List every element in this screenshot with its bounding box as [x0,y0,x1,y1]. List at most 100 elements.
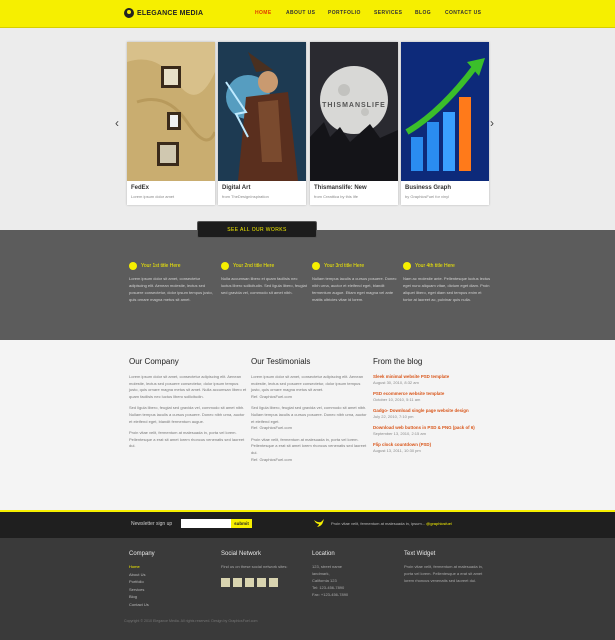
logo[interactable]: ELEGANCE MEDIA [124,8,203,18]
fax-line: Fax: +123-456-7890 [312,592,349,597]
address-line: landmark, [312,571,330,576]
blog-post-date: September 13, 2010, 2:15 am [373,431,426,436]
section-heading: Our Testimonials [251,357,311,366]
testimonial-author: Ref. GraphicsFuel.com [251,393,292,399]
testimonial: Sed ligula libero, feugiat sed gravida v… [251,405,369,431]
feature-title[interactable]: Your 2nd title Here [233,263,274,269]
feature-2: Your 2nd title Here Nulla accumsan liber… [221,262,309,296]
footer-heading: Company [129,551,155,557]
footer-link-blog[interactable]: Blog [129,593,155,601]
blog-column: From the blog Sleek minimal website PSD … [373,357,493,459]
portfolio-slider: ‹ › FedEx Lorem ipsum dolor amet Digital… [0,28,615,230]
footer-company-column: Company Home About Us Portfolio Services… [129,551,155,608]
feature-title[interactable]: Your 1st title Here [141,263,181,269]
site-footer [0,538,615,640]
nav-blog[interactable]: BLOG [415,10,445,16]
portfolio-card-business-graph[interactable]: Business Graph by GraphicsFuel for vinyl [401,42,489,205]
card-subtitle: Lorem ipsum dolor amet [131,194,175,199]
newsletter-email-input[interactable] [181,519,231,528]
blog-item: Sleek minimal website PSD template Augus… [373,374,493,386]
blog-post-date: August 13, 2011, 10:30 pm [373,448,421,453]
feature-1: Your 1st title Here Lorem ipsum dolor si… [129,262,217,303]
newsletter-submit-button[interactable]: submit [231,519,252,528]
feature-body: Nullam tempus iaculis a cursus posuere. … [312,276,397,302]
logo-icon [124,8,134,18]
feature-body: Nam ac molestie ante. Pellentesque luctu… [403,276,491,302]
see-all-works-button[interactable]: SEE ALL OUR WORKS [197,221,317,238]
thismanslife-image: THISMANSLIFE [310,42,398,181]
copyright-text: Copyright © 2010 Elegance Media. All rig… [124,619,258,623]
testimonials-column: Our Testimonials Lorem ipsum dolor sit a… [251,357,369,468]
blog-item: Flip clock countdown (PSD) August 13, 20… [373,442,493,454]
card-subtitle: from TheDesignInspiration [222,194,269,199]
feature-title[interactable]: Your 4th title Here [415,263,455,269]
logo-text: ELEGANCE MEDIA [137,9,204,17]
address-line: California 123 [312,578,337,583]
section-heading: From the blog [373,357,423,366]
tweet-handle-link[interactable]: @graphicsfuel [426,521,452,526]
latest-tweet: Proin vitae velit, fermentum at malesuad… [331,521,452,526]
footer-link-contact-us[interactable]: Contact Us [129,601,155,609]
feature-body: Lorem ipsum dolor sit amet, consectetur … [129,276,213,302]
main-nav: HOME ABOUT US PORTFOLIO SERVICES BLOG CO… [255,10,481,16]
footer-link-portfolio[interactable]: Portfolio [129,578,155,586]
feature-lock-icon [221,262,229,270]
footer-social-column: Social Network Find us on these social n… [221,551,301,587]
footer-link-home[interactable]: Home [129,563,155,571]
nav-contact-us[interactable]: CONTACT US [445,10,481,16]
slider-prev-arrow-icon[interactable]: ‹ [115,116,119,130]
twitter-bird-icon [314,519,324,527]
card-title: Thismanslife: New [314,185,367,191]
business-graph-image [401,42,489,181]
address-line: 123, street name [312,564,343,569]
portfolio-card-fedex[interactable]: FedEx Lorem ipsum dolor amet [127,42,215,205]
paragraph: Sed ligula libero, feugiat sed gravida v… [129,405,245,424]
footer-location-column: Location 123, street name landmark, Cali… [312,551,392,598]
fedex-image [127,42,215,181]
testimonial: Lorem ipsum dolor sit amet, consectetur … [251,374,369,400]
card-subtitle: by GraphicsFuel for vinyl [405,194,450,199]
social-icon-5[interactable] [269,578,278,587]
social-icon-3[interactable] [245,578,254,587]
footer-text-widget-column: Text Widget Proin vitae velit, fermentum… [404,551,484,584]
footer-link-about-us[interactable]: About Us [129,571,155,579]
feature-title[interactable]: Your 3rd title Here [324,263,364,269]
tweet-text: Proin vitae velit, fermentum at malesuad… [331,521,426,526]
nav-portfolio[interactable]: PORTFOLIO [328,10,374,16]
newsletter-label: Newsletter sign up [131,521,173,527]
testimonial-text: Sed ligula libero, feugiat sed gravida v… [251,405,367,424]
card-title: Digital Art [222,185,251,191]
nav-home[interactable]: HOME [255,10,286,16]
portfolio-card-thismanslife[interactable]: THISMANSLIFE Thismanslife: New from Crea… [310,42,398,205]
feature-info-icon [129,262,137,270]
newsletter-bar [0,510,615,538]
slider-next-arrow-icon[interactable]: › [490,116,494,130]
testimonial-author: Ref. GraphicsFuel.com [251,425,292,431]
social-icon-4[interactable] [257,578,266,587]
our-company-column: Our Company Lorem ipsum dolor sit amet, … [129,357,247,455]
blog-item: Gadgo- Download single page website desi… [373,408,493,420]
blog-post-date: October 10, 2010, 5:11 am [373,397,421,402]
footer-heading: Social Network [221,551,262,557]
paragraph: Proin vitae velit, fermentum at malesuad… [129,430,245,449]
footer-link-services[interactable]: Services [129,586,155,594]
social-icon-2[interactable] [233,578,242,587]
social-icon-1[interactable] [221,578,230,587]
blog-item: Download web buttons in PSD & PNG (pack … [373,425,493,437]
feature-4: Your 4th title Here Nam ac molestie ante… [403,262,491,303]
nav-about-us[interactable]: ABOUT US [286,10,328,16]
nav-services[interactable]: SERVICES [374,10,415,16]
blog-post-date: August 30, 2010, 8:32 am [373,380,419,385]
phone-line: Tel: 123-456-7890 [312,585,345,590]
text-widget-body: Proin vitae velit, fermentum at malesuad… [404,564,483,583]
portfolio-card-digital-art[interactable]: Digital Art from TheDesignInspiration [218,42,306,205]
card-title: Business Graph [405,185,452,191]
social-text: Find us on these social network sites: [221,564,288,569]
footer-heading: Text Widget [404,551,436,557]
digital-art-image [218,42,306,181]
card-subtitle: from Creattica by this life [314,194,359,199]
blog-item: PSD ecommerce website template October 1… [373,391,493,403]
blog-post-date: July 22, 2010, 7:10 pm [373,414,414,419]
testimonial-text: Lorem ipsum dolor sit amet, consectetur … [251,374,364,393]
card-title: FedEx [131,185,150,191]
